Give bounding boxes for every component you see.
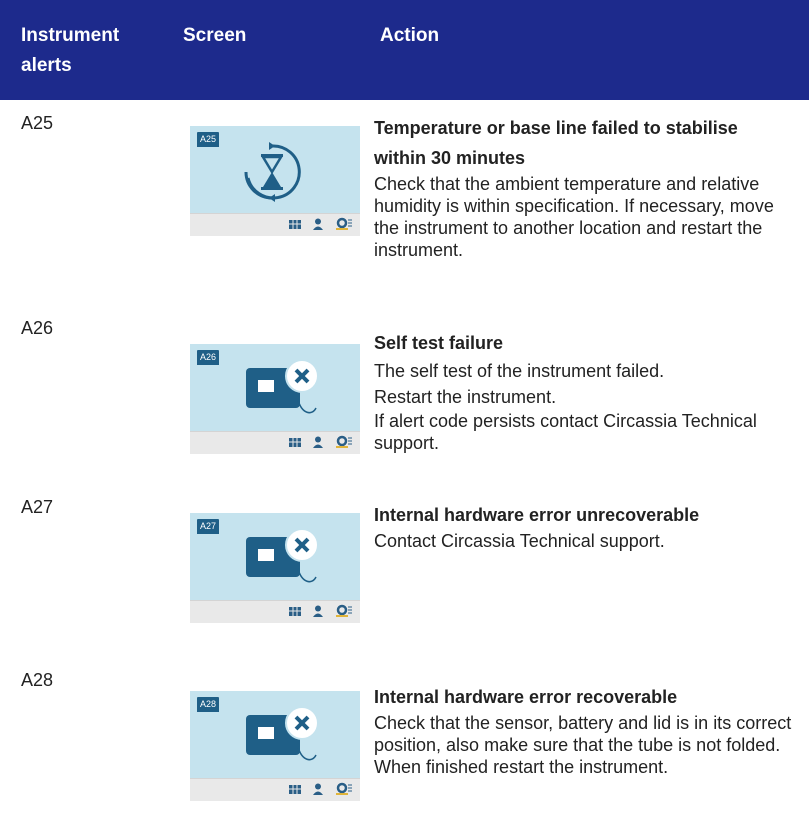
action-text: Check that the ambient temperature and r… <box>374 174 774 260</box>
action-cell: Internal hardware error unrecoverable Co… <box>374 500 794 552</box>
grid-icon <box>289 785 301 794</box>
action-text: Check that the sensor, battery and lid i… <box>374 713 792 777</box>
action-cell: Self test failure The self test of the i… <box>374 328 794 454</box>
alert-code: A27 <box>21 497 54 517</box>
header-action: Action <box>380 25 440 46</box>
action-title: Internal hardware error unrecoverable <box>374 505 700 525</box>
action-title: Temperature or base line failed to stabi… <box>374 118 738 168</box>
screen-code-tag: A28 <box>197 697 220 712</box>
device-error-icon <box>246 359 319 414</box>
screen-code-tag: A27 <box>197 519 220 534</box>
screen-toolbar <box>190 431 360 454</box>
action-title: Self test failure <box>374 333 504 353</box>
screen-code-tag: A25 <box>197 132 220 147</box>
screen-toolbar <box>190 213 360 236</box>
settings-icon <box>336 782 352 795</box>
action-cell: Temperature or base line failed to stabi… <box>374 113 794 261</box>
action-title: Internal hardware error recoverable <box>374 687 678 707</box>
screen-thumbnail: A27 <box>190 513 360 623</box>
screen-thumbnail: A25 <box>190 126 360 236</box>
screen-thumbnail: A28 <box>190 691 360 801</box>
action-cell: Internal hardware error recoverable Chec… <box>374 682 794 778</box>
action-text: Restart the instrument. <box>374 387 557 407</box>
screen-toolbar <box>190 600 360 623</box>
action-text: If alert code persists contact Circassia… <box>374 411 757 453</box>
action-text: Contact Circassia Technical support. <box>374 531 665 551</box>
alert-code: A25 <box>21 113 54 133</box>
settings-icon <box>336 435 352 448</box>
action-text: The self test of the instrument failed. <box>374 361 665 381</box>
user-icon <box>313 218 323 230</box>
grid-icon <box>289 220 301 229</box>
header-screen: Screen <box>183 25 247 46</box>
hourglass-icon <box>244 142 301 202</box>
alert-code: A26 <box>21 318 54 338</box>
alert-code: A28 <box>21 670 54 690</box>
grid-icon <box>289 607 301 616</box>
screen-thumbnail: A26 <box>190 344 360 454</box>
device-error-icon <box>246 528 319 583</box>
header-instrument-alerts: Instrument alerts <box>21 25 120 76</box>
screen-toolbar <box>190 778 360 801</box>
user-icon <box>313 436 323 448</box>
user-icon <box>313 605 323 617</box>
user-icon <box>313 783 323 795</box>
grid-icon <box>289 438 301 447</box>
table-header: Instrument alerts Screen Action <box>0 0 809 100</box>
settings-icon <box>336 604 352 617</box>
screen-code-tag: A26 <box>197 350 220 365</box>
device-error-icon <box>246 706 319 761</box>
settings-icon <box>336 217 352 230</box>
